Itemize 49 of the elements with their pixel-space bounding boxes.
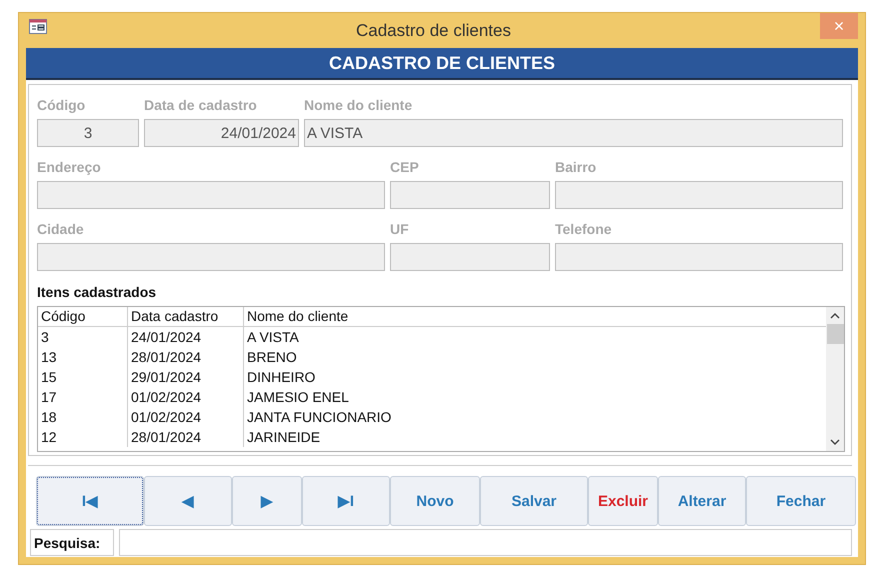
table-cell[interactable]: 17 bbox=[38, 387, 128, 407]
action-button[interactable]: Novo bbox=[390, 476, 480, 526]
scrollbar[interactable] bbox=[826, 307, 844, 451]
delete-button[interactable]: Excluir bbox=[588, 476, 658, 526]
column-header: Data cadastro bbox=[128, 307, 244, 327]
search-field[interactable] bbox=[119, 529, 852, 556]
table-cell[interactable]: JARINEIDE bbox=[244, 427, 826, 447]
search-label: Pesquisa: bbox=[30, 529, 114, 556]
scroll-thumb[interactable] bbox=[826, 324, 844, 344]
navigation-button[interactable]: ▶I bbox=[302, 476, 390, 526]
table-cell[interactable]: BRENO bbox=[244, 347, 826, 367]
table-cell[interactable]: 01/02/2024 bbox=[128, 387, 244, 407]
table-cell[interactable]: JANTA FUNCIONARIO bbox=[244, 407, 826, 427]
window-title: Cadastro de clientes bbox=[355, 20, 512, 40]
field-label: Código bbox=[37, 96, 86, 115]
action-button[interactable]: Alterar bbox=[658, 476, 746, 526]
field-label: CEP bbox=[390, 158, 420, 177]
column-header: Código bbox=[38, 307, 128, 327]
navigation-button[interactable]: I◀ bbox=[36, 476, 144, 526]
table-cell[interactable]: A VISTA bbox=[244, 327, 826, 347]
scroll-down-icon[interactable] bbox=[830, 439, 840, 446]
table-cell[interactable]: 18 bbox=[38, 407, 128, 427]
table-cell[interactable]: 15 bbox=[38, 367, 128, 387]
list-title: Itens cadastrados bbox=[37, 284, 156, 300]
action-button[interactable]: Salvar bbox=[480, 476, 588, 526]
table-cell[interactable]: 01/02/2024 bbox=[128, 407, 244, 427]
table-cell[interactable]: 29/01/2024 bbox=[128, 367, 244, 387]
table-cell[interactable]: 28/01/2024 bbox=[128, 347, 244, 367]
field-label: Nome do cliente bbox=[304, 96, 414, 115]
form-header: CADASTRO DE CLIENTES bbox=[26, 48, 858, 80]
field-label: Cidade bbox=[37, 220, 85, 239]
scroll-up-icon[interactable] bbox=[830, 312, 840, 319]
field-label: Data de cadastro bbox=[144, 96, 258, 115]
table-cell[interactable]: DINHEIRO bbox=[244, 367, 826, 387]
field-label: UF bbox=[390, 220, 410, 239]
table-cell[interactable]: 24/01/2024 bbox=[128, 327, 244, 347]
action-button[interactable]: Fechar bbox=[746, 476, 856, 526]
field-label: Bairro bbox=[555, 158, 598, 177]
navigation-button[interactable]: ▶ bbox=[232, 476, 302, 526]
form-icon bbox=[29, 19, 47, 34]
navigation-button[interactable]: ◀ bbox=[144, 476, 232, 526]
table-cell[interactable]: 28/01/2024 bbox=[128, 427, 244, 447]
table-cell[interactable]: JAMESIO ENEL bbox=[244, 387, 826, 407]
table-cell[interactable]: 13 bbox=[38, 347, 128, 367]
table-cell[interactable]: 12 bbox=[38, 427, 128, 447]
field-label: Telefone bbox=[555, 220, 613, 239]
table-cell[interactable]: 3 bbox=[38, 327, 128, 347]
column-header: Nome do cliente bbox=[244, 307, 826, 327]
field-label: Endereço bbox=[37, 158, 102, 177]
